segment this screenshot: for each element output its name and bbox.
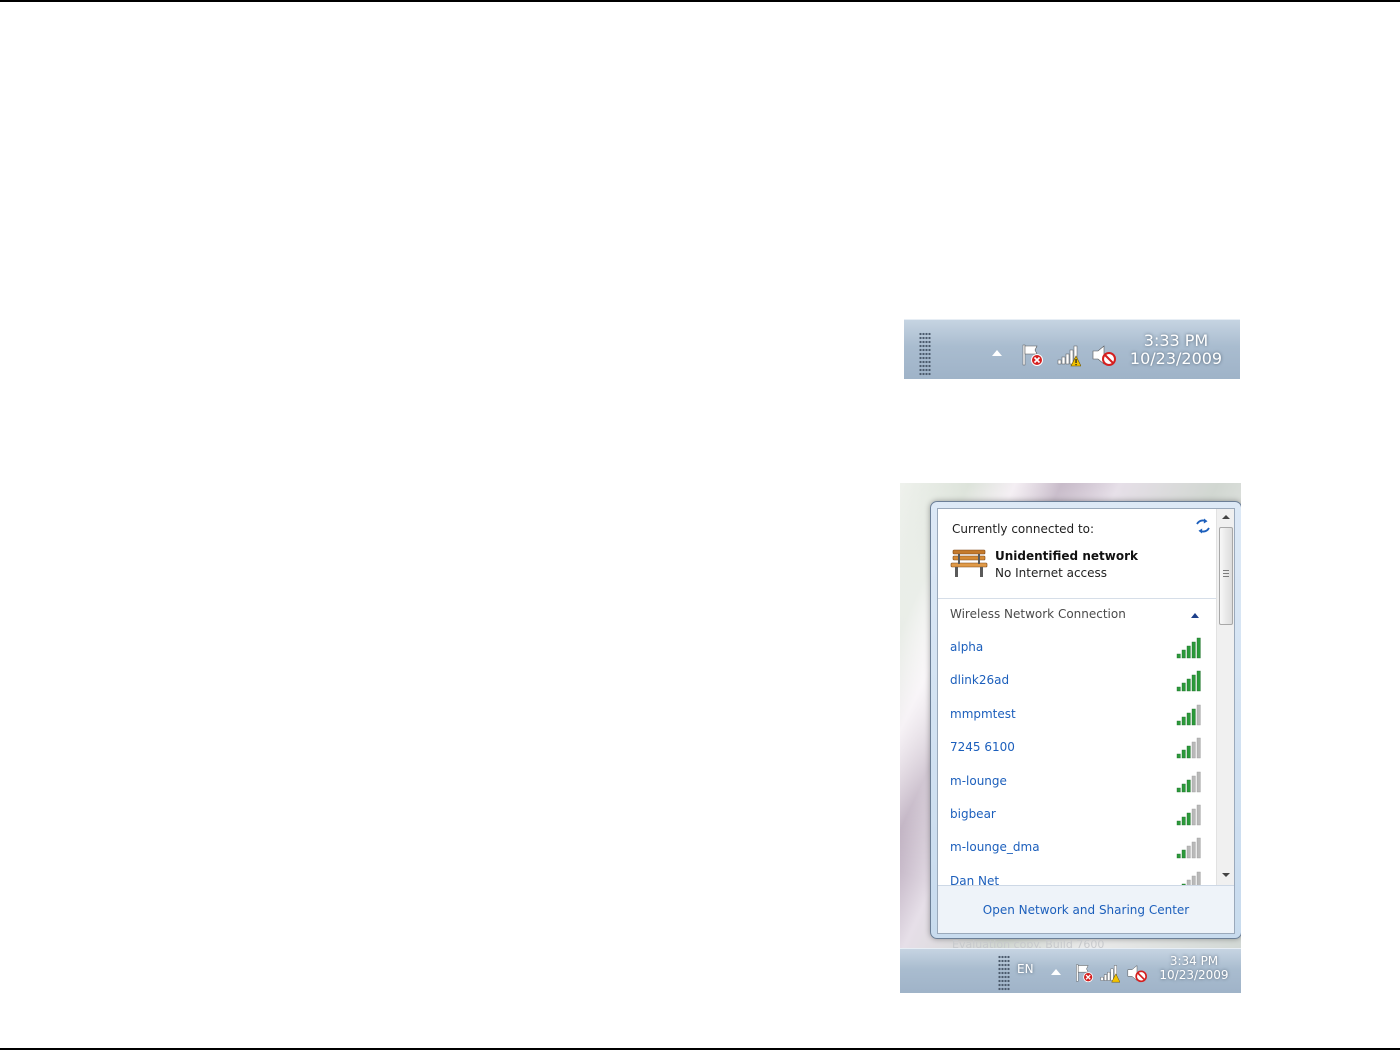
- taskbar-grip-handle-2[interactable]: [998, 955, 1010, 991]
- network-ssid: 7245 6100: [950, 740, 1015, 755]
- wireless-connection-title: Wireless Network Connection: [950, 607, 1126, 621]
- open-network-sharing-center-link[interactable]: Open Network and Sharing Center: [938, 903, 1234, 917]
- network-ssid: dlink26ad: [950, 673, 1010, 688]
- signal-strength-icon: [1176, 637, 1201, 659]
- signal-strength-icon: [1176, 704, 1201, 725]
- network-ssid: mmpmtest: [950, 706, 1016, 721]
- network-list-item[interactable]: m-lounge_dma: [938, 833, 1216, 863]
- top-border-line: [0, 0, 1400, 2]
- signal-bar: [1191, 641, 1196, 659]
- network-list-item[interactable]: alpha: [938, 633, 1216, 663]
- clock-time: 3:33 PM: [1143, 331, 1209, 350]
- bench-icon: [950, 549, 988, 577]
- signal-bar: [1176, 820, 1181, 826]
- flyout-footer: Open Network and Sharing Center: [938, 885, 1234, 933]
- network-list-item[interactable]: bigbear: [938, 800, 1216, 830]
- show-hidden-icons-arrow-icon[interactable]: [992, 350, 1002, 356]
- signal-bar: [1176, 787, 1181, 792]
- signal-bar: [1196, 637, 1201, 659]
- signal-strength-icon: [1176, 804, 1201, 826]
- signal-bar: [1196, 671, 1201, 692]
- signal-bar: [1181, 816, 1186, 826]
- network-flyout-screenshot: Currently connected to: Unidentified net…: [900, 483, 1241, 993]
- signal-bar: [1181, 683, 1186, 692]
- network-list-scrollbar[interactable]: [1216, 509, 1234, 885]
- signal-bar: [1186, 779, 1191, 792]
- wireless-connection-header[interactable]: Wireless Network Connection: [938, 599, 1216, 629]
- refresh-icon[interactable]: [1194, 518, 1212, 534]
- signal-bar: [1191, 675, 1196, 692]
- signal-bar: [1196, 771, 1201, 792]
- bottom-border-line: [0, 1048, 1400, 1050]
- network-ssid: m-lounge_dma: [950, 840, 1040, 855]
- scroll-up-arrow-icon[interactable]: [1222, 515, 1230, 519]
- taskbar-clock-2[interactable]: 3:34 PM 10/23/2009: [1154, 954, 1234, 983]
- signal-bar: [1176, 854, 1181, 859]
- network-warning-icon[interactable]: [1057, 343, 1081, 367]
- collapse-chevron-icon[interactable]: [1191, 613, 1199, 618]
- current-connection-section: Currently connected to: Unidentified net…: [938, 509, 1216, 599]
- taskbar-grip-handle[interactable]: [919, 332, 931, 376]
- signal-bar: [1181, 850, 1186, 859]
- signal-bar: [1181, 716, 1186, 725]
- current-network-status: No Internet access: [995, 566, 1108, 580]
- connected-to-label: Currently connected to:: [952, 522, 1095, 536]
- signal-strength-icon: [1176, 771, 1201, 792]
- network-ssid: m-lounge: [950, 773, 1007, 788]
- network-flyout-window: Currently connected to: Unidentified net…: [930, 501, 1241, 939]
- signal-bar: [1176, 720, 1181, 725]
- signal-bar: [1196, 804, 1201, 826]
- clock-date: 10/23/2009: [1129, 349, 1223, 369]
- current-network-name: Unidentified network: [995, 549, 1138, 563]
- action-center-flag-icon-2[interactable]: [1074, 963, 1094, 983]
- volume-muted-icon[interactable]: [1091, 343, 1117, 367]
- signal-bar: [1176, 753, 1181, 759]
- network-list-item[interactable]: m-lounge: [938, 767, 1216, 797]
- language-indicator[interactable]: EN: [1017, 962, 1034, 976]
- network-flyout-panel: Currently connected to: Unidentified net…: [937, 508, 1235, 934]
- signal-bar: [1196, 838, 1201, 859]
- network-ssid: alpha: [950, 640, 984, 654]
- signal-bar: [1186, 846, 1191, 859]
- network-list-item[interactable]: 7245 6100: [938, 733, 1216, 763]
- signal-bar: [1191, 842, 1196, 859]
- signal-bar: [1191, 741, 1196, 759]
- network-list-item[interactable]: dlink26ad: [938, 666, 1216, 696]
- scrollbar-grip-icon: [1223, 570, 1229, 577]
- network-warning-icon-2[interactable]: [1100, 963, 1120, 983]
- network-list: alpha dlink26ad mmpmtest 7245 6100 m-lounge b…: [938, 633, 1216, 893]
- signal-bar: [1186, 712, 1191, 725]
- signal-bar: [1186, 679, 1191, 692]
- signal-bar: [1191, 775, 1196, 792]
- signal-bar: [1181, 749, 1186, 759]
- signal-strength-icon: [1176, 671, 1201, 692]
- signal-bar: [1176, 653, 1181, 659]
- action-center-flag-icon[interactable]: [1020, 343, 1044, 367]
- taskbar-notification-area: 3:33 PM 10/23/2009: [904, 319, 1240, 379]
- signal-bar: [1196, 704, 1201, 725]
- signal-bar: [1186, 812, 1191, 826]
- show-hidden-icons-arrow-icon-2[interactable]: [1051, 969, 1061, 975]
- volume-muted-icon-2[interactable]: [1126, 963, 1148, 983]
- signal-strength-icon: [1176, 737, 1201, 759]
- scroll-down-arrow-icon[interactable]: [1222, 873, 1230, 877]
- signal-bar: [1181, 649, 1186, 659]
- network-ssid: bigbear: [950, 807, 996, 821]
- clock-time-2: 3:34 PM: [1169, 954, 1219, 968]
- signal-bar: [1181, 783, 1186, 792]
- signal-bar: [1196, 737, 1201, 759]
- scrollbar-thumb[interactable]: [1219, 527, 1233, 625]
- network-list-item[interactable]: mmpmtest: [938, 700, 1216, 730]
- taskbar-clock[interactable]: 3:33 PM 10/23/2009: [1126, 331, 1226, 369]
- signal-bar: [1176, 687, 1181, 692]
- signal-bar: [1186, 645, 1191, 659]
- signal-strength-icon: [1176, 838, 1201, 859]
- signal-bar: [1191, 708, 1196, 725]
- taskbar-notification-area-2: EN 3:34 PM 10/23/2009: [900, 948, 1241, 993]
- signal-bar: [1186, 745, 1191, 759]
- signal-bar: [1191, 808, 1196, 826]
- clock-date-2: 10/23/2009: [1159, 967, 1229, 982]
